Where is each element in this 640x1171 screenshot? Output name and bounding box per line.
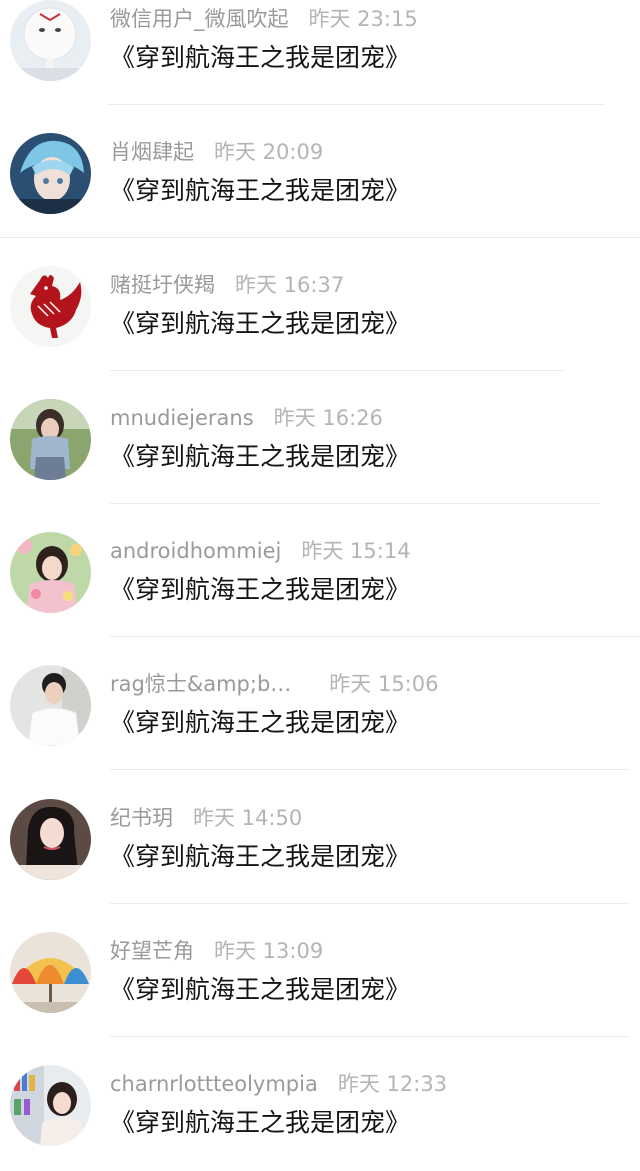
comment-meta: 微信用户_微風吹起 昨天 23:15: [110, 4, 418, 34]
girl-bookshelf-avatar-icon[interactable]: [10, 1065, 91, 1146]
comment-meta: rag惊士&amp;b… 昨天 15:06: [110, 669, 438, 699]
username[interactable]: mnudiejerans: [110, 403, 254, 433]
divider: [110, 636, 640, 637]
timestamp: 昨天 15:14: [301, 539, 411, 563]
comment-meta: charnrlottteolympia 昨天 12:33: [110, 1069, 447, 1099]
comment-row[interactable]: 肖烟肆起 昨天 20:09 《穿到航海王之我是团宠》: [0, 133, 640, 266]
comment-text: 《穿到航海王之我是团宠》: [110, 309, 411, 338]
comment-text: 《穿到航海王之我是团宠》: [110, 708, 411, 737]
username[interactable]: androidhommiej: [110, 536, 281, 566]
comment-row[interactable]: rag惊士&amp;b… 昨天 15:06 《穿到航海王之我是团宠》: [0, 665, 640, 798]
comment-text: 《穿到航海王之我是团宠》: [110, 575, 411, 604]
comment-text: 《穿到航海王之我是团宠》: [110, 1108, 411, 1137]
girl-with-flowers-avatar-icon[interactable]: [10, 532, 91, 613]
divider: [110, 769, 630, 770]
comment-list: 微信用户_微風吹起 昨天 23:15 《穿到航海王之我是团宠》 肖烟肆起 昨天 20:0…: [0, 0, 640, 1171]
girl-long-hair-avatar-icon[interactable]: [10, 799, 91, 880]
username[interactable]: 纪书玥: [110, 803, 173, 833]
white-toy-figure-avatar-icon[interactable]: [10, 0, 91, 81]
comment-row[interactable]: 赌挺圩侠羯 昨天 16:37 《穿到航海王之我是团宠》: [0, 266, 640, 399]
timestamp: 昨天 15:06: [329, 672, 439, 696]
boy-white-shirt-avatar-icon[interactable]: [10, 665, 91, 746]
timestamp: 昨天 23:15: [308, 7, 418, 31]
comment-text: 《穿到航海王之我是团宠》: [110, 442, 411, 471]
comment-text: 《穿到航海王之我是团宠》: [110, 176, 411, 205]
comment-row[interactable]: androidhommiej 昨天 15:14 《穿到航海王之我是团宠》: [0, 532, 640, 665]
divider: [110, 1036, 630, 1037]
divider: [110, 370, 566, 371]
comment-meta: androidhommiej 昨天 15:14: [110, 536, 411, 566]
username[interactable]: 肖烟肆起: [110, 137, 194, 167]
username[interactable]: 好望芒角: [110, 936, 194, 966]
comment-row[interactable]: 微信用户_微風吹起 昨天 23:15 《穿到航海王之我是团宠》: [0, 0, 640, 133]
divider: [108, 104, 604, 105]
timestamp: 昨天 13:09: [214, 939, 324, 963]
comment-row[interactable]: charnrlottteolympia 昨天 12:33 《穿到航海王之我是团宠》: [0, 1065, 640, 1171]
username[interactable]: 微信用户_微風吹起: [110, 4, 289, 34]
divider: [0, 237, 640, 238]
red-papercut-rooster-avatar-icon[interactable]: [10, 266, 91, 347]
timestamp: 昨天 16:37: [235, 273, 345, 297]
comment-row[interactable]: 纪书玥 昨天 14:50 《穿到航海王之我是团宠》: [0, 799, 640, 932]
comment-text: 《穿到航海王之我是团宠》: [110, 43, 411, 72]
girl-outdoors-avatar-icon[interactable]: [10, 399, 91, 480]
comment-text: 《穿到航海王之我是团宠》: [110, 975, 411, 1004]
username[interactable]: charnrlottteolympia: [110, 1069, 318, 1099]
anime-boy-blue-hair-avatar-icon[interactable]: [10, 133, 91, 214]
divider: [110, 903, 630, 904]
comment-meta: 好望芒角 昨天 13:09: [110, 936, 323, 966]
username[interactable]: rag惊士&amp;b…: [110, 669, 291, 699]
timestamp: 昨天 12:33: [337, 1072, 448, 1096]
timestamp: 昨天 14:50: [193, 806, 303, 830]
comment-meta: 肖烟肆起 昨天 20:09: [110, 137, 323, 167]
comment-row[interactable]: mnudiejerans 昨天 16:26 《穿到航海王之我是团宠》: [0, 399, 640, 532]
comment-row[interactable]: 好望芒角 昨天 13:09 《穿到航海王之我是团宠》: [0, 932, 640, 1065]
comment-meta: 赌挺圩侠羯 昨天 16:37: [110, 270, 344, 300]
rainbow-umbrella-avatar-icon[interactable]: [10, 932, 91, 1013]
comment-meta: 纪书玥 昨天 14:50: [110, 803, 302, 833]
timestamp: 昨天 20:09: [214, 140, 324, 164]
username[interactable]: 赌挺圩侠羯: [110, 270, 215, 300]
divider: [110, 503, 600, 504]
comment-text: 《穿到航海王之我是团宠》: [110, 842, 411, 871]
comment-meta: mnudiejerans 昨天 16:26: [110, 403, 383, 433]
timestamp: 昨天 16:26: [273, 406, 383, 430]
